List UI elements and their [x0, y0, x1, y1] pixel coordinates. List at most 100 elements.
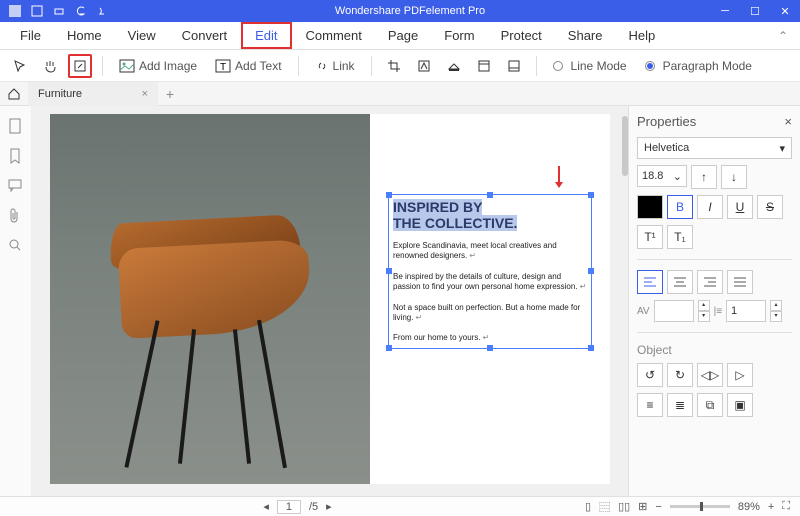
- zoom-in-button[interactable]: +: [768, 501, 774, 513]
- chair-image: [50, 114, 370, 484]
- increase-size-button[interactable]: ↑: [691, 165, 717, 189]
- watermark-icon[interactable]: [412, 54, 436, 78]
- menu-help[interactable]: Help: [617, 24, 668, 47]
- page-number-input[interactable]: 1: [277, 500, 301, 514]
- background-icon[interactable]: [442, 54, 466, 78]
- flip-vertical-button[interactable]: ▷: [727, 363, 753, 387]
- align-left-button[interactable]: [637, 270, 663, 294]
- comments-icon[interactable]: [8, 178, 24, 194]
- undo-icon[interactable]: [74, 4, 88, 18]
- decrease-size-button[interactable]: ↓: [721, 165, 747, 189]
- attachments-icon[interactable]: [8, 208, 24, 224]
- document-tabs: Furniture × +: [0, 82, 800, 106]
- menu-convert[interactable]: Convert: [170, 24, 240, 47]
- crop-icon[interactable]: [382, 54, 406, 78]
- titlebar: Wondershare PDFelement Pro ─ ☐ ✕: [0, 0, 800, 22]
- link-label: Link: [333, 59, 355, 73]
- char-spacing-input[interactable]: [654, 300, 694, 322]
- link-button[interactable]: Link: [309, 59, 361, 73]
- headline-1[interactable]: INSPIRED BY: [393, 199, 482, 215]
- add-image-button[interactable]: Add Image: [113, 59, 203, 73]
- add-text-button[interactable]: T Add Text: [209, 59, 287, 73]
- tab-close-icon[interactable]: ×: [142, 88, 148, 100]
- chevron-down-icon: ⌄: [673, 170, 682, 183]
- fullscreen-icon[interactable]: ⛶: [782, 500, 790, 513]
- next-page-icon[interactable]: ▸: [326, 500, 332, 513]
- select-tool-icon[interactable]: [8, 54, 32, 78]
- search-icon[interactable]: [8, 238, 24, 254]
- left-sidebar: [0, 106, 32, 496]
- line-mode-radio[interactable]: Line Mode: [547, 59, 633, 73]
- menu-protect[interactable]: Protect: [489, 24, 554, 47]
- menubar: File Home View Convert Edit Comment Page…: [0, 22, 800, 50]
- zoom-out-button[interactable]: −: [655, 501, 661, 513]
- minimize-button[interactable]: ─: [710, 0, 740, 22]
- selected-text-frame[interactable]: INSPIRED BY THE COLLECTIVE. Explore Scan…: [388, 194, 592, 349]
- view-single-icon[interactable]: ▯: [585, 500, 591, 513]
- edit-tool-icon[interactable]: [68, 54, 92, 78]
- align-justify-button[interactable]: [727, 270, 753, 294]
- char-spacing-spinner[interactable]: ▴▾: [698, 300, 710, 322]
- thumbnails-icon[interactable]: [8, 118, 24, 134]
- annotation-arrow-icon: [553, 166, 565, 192]
- new-tab-button[interactable]: +: [158, 86, 182, 102]
- tab-furniture[interactable]: Furniture ×: [28, 82, 158, 106]
- collapse-ribbon-icon[interactable]: ⌃: [766, 29, 800, 43]
- para-2[interactable]: Be inspired by the details of culture, d…: [393, 272, 578, 291]
- prev-page-icon[interactable]: ◂: [263, 500, 269, 513]
- line-height-spinner[interactable]: ▴▾: [770, 300, 782, 322]
- headline-2[interactable]: THE COLLECTIVE.: [393, 215, 517, 231]
- para-4[interactable]: From our home to yours.: [393, 333, 481, 342]
- close-button[interactable]: ✕: [770, 0, 800, 22]
- line-height-input[interactable]: 1: [726, 300, 766, 322]
- bates-icon[interactable]: [502, 54, 526, 78]
- replace-image-button[interactable]: ▣: [727, 393, 753, 417]
- paragraph-mode-radio[interactable]: Paragraph Mode: [639, 59, 758, 73]
- view-grid-icon[interactable]: ⊞: [638, 500, 647, 513]
- scrollbar-thumb[interactable]: [622, 116, 628, 176]
- print-icon[interactable]: [52, 4, 66, 18]
- font-size-input[interactable]: 18.8⌄: [637, 165, 687, 187]
- header-footer-icon[interactable]: [472, 54, 496, 78]
- italic-button[interactable]: I: [697, 195, 723, 219]
- zoom-slider[interactable]: [670, 505, 730, 508]
- save-icon[interactable]: [30, 4, 44, 18]
- color-swatch[interactable]: [637, 195, 663, 219]
- window-title: Wondershare PDFelement Pro: [110, 5, 710, 17]
- underline-button[interactable]: U: [727, 195, 753, 219]
- font-dropdown[interactable]: Helvetica▾: [637, 137, 792, 159]
- subscript-button[interactable]: T₁: [667, 225, 693, 249]
- strike-button[interactable]: S: [757, 195, 783, 219]
- menu-share[interactable]: Share: [556, 24, 615, 47]
- maximize-button[interactable]: ☐: [740, 0, 770, 22]
- menu-home[interactable]: Home: [55, 24, 114, 47]
- menu-form[interactable]: Form: [432, 24, 486, 47]
- properties-close-icon[interactable]: ×: [784, 114, 792, 129]
- add-image-label: Add Image: [139, 59, 197, 73]
- bold-button[interactable]: B: [667, 195, 693, 219]
- menu-edit[interactable]: Edit: [241, 22, 291, 49]
- menu-page[interactable]: Page: [376, 24, 430, 47]
- home-tab-icon[interactable]: [0, 87, 28, 101]
- menu-comment[interactable]: Comment: [294, 24, 374, 47]
- align-right-button[interactable]: [697, 270, 723, 294]
- view-two-page-icon[interactable]: ▯▯: [618, 500, 630, 513]
- crop-object-button[interactable]: ⧉: [697, 393, 723, 417]
- properties-panel: Properties× Helvetica▾ 18.8⌄ ↑ ↓ B I U S…: [628, 106, 800, 496]
- document-canvas[interactable]: INSPIRED BY THE COLLECTIVE. Explore Scan…: [32, 106, 628, 496]
- menu-view[interactable]: View: [116, 24, 168, 47]
- superscript-button[interactable]: T¹: [637, 225, 663, 249]
- rotate-ccw-button[interactable]: ↺: [637, 363, 663, 387]
- view-continuous-icon[interactable]: ⿳: [599, 499, 610, 515]
- redo-icon[interactable]: [96, 4, 110, 18]
- align-obj-center-button[interactable]: ≣: [667, 393, 693, 417]
- spacing-label: AV: [637, 306, 650, 317]
- menu-file[interactable]: File: [8, 24, 53, 47]
- zoom-level: 89%: [738, 501, 760, 513]
- hand-tool-icon[interactable]: [38, 54, 62, 78]
- rotate-cw-button[interactable]: ↻: [667, 363, 693, 387]
- align-obj-left-button[interactable]: ≡: [637, 393, 663, 417]
- bookmarks-icon[interactable]: [8, 148, 24, 164]
- flip-horizontal-button[interactable]: ◁▷: [697, 363, 723, 387]
- align-center-button[interactable]: [667, 270, 693, 294]
